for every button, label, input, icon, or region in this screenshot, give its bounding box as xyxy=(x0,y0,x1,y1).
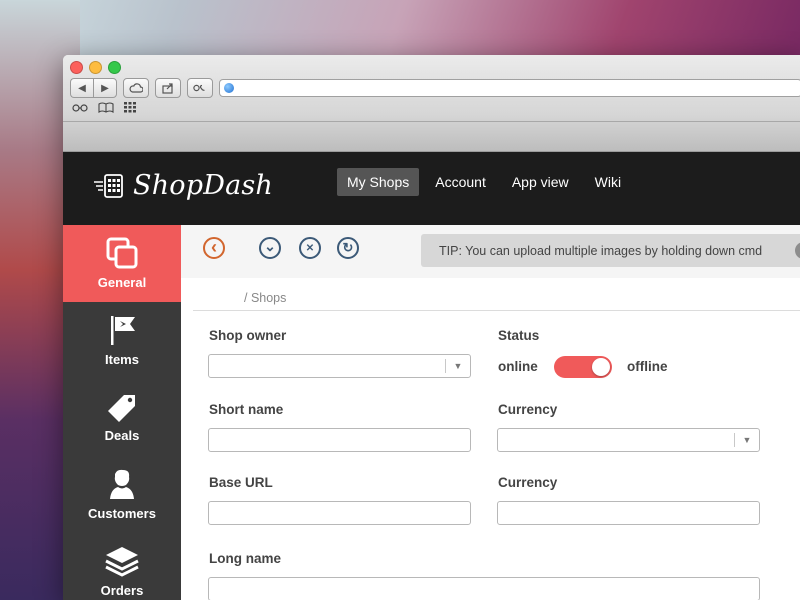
currency-label-2: Currency xyxy=(498,475,558,490)
logo-icon xyxy=(94,173,123,198)
status-toggle[interactable] xyxy=(554,356,612,378)
sidebar-item-customers[interactable]: Customers xyxy=(63,456,181,533)
long-name-label: Long name xyxy=(209,551,282,566)
chevron-down-icon: ▼ xyxy=(734,433,759,447)
nav-account[interactable]: Account xyxy=(425,168,496,196)
brand-name: ShopDash xyxy=(133,170,274,201)
sidebar: General Items Deals Customers Orders xyxy=(63,225,181,600)
chevron-left-icon: ‹ xyxy=(211,237,217,257)
tip-text: TIP: You can upload multiple images by h… xyxy=(439,243,763,258)
refresh-icon: ↻ xyxy=(342,240,354,255)
tag-icon xyxy=(108,395,135,422)
divider xyxy=(193,310,800,311)
icloud-tabs-button[interactable] xyxy=(123,78,149,98)
cloud-icon xyxy=(129,83,143,93)
sidebar-item-label: Orders xyxy=(100,583,144,598)
status-online-label[interactable]: online xyxy=(498,359,538,374)
share-button[interactable] xyxy=(155,78,181,98)
sidebar-item-label: Customers xyxy=(88,506,156,521)
currency-select[interactable]: ▼ xyxy=(497,428,760,452)
long-name-input[interactable] xyxy=(208,577,760,600)
action-bar: ‹ ⌄ ✕ ↻ TIP: You can upload multiple ima… xyxy=(181,225,800,278)
top-sites-icon[interactable] xyxy=(124,102,136,113)
expand-action-button[interactable]: ⌄ xyxy=(259,237,281,259)
copy-icon xyxy=(106,237,138,269)
bookmarks-bar xyxy=(72,102,136,113)
forward-button[interactable]: ▶ xyxy=(93,78,117,98)
sidebar-item-label: Deals xyxy=(104,428,140,443)
zoom-window-button[interactable] xyxy=(108,61,121,74)
bookmarks-icon[interactable] xyxy=(98,102,114,113)
base-url-input[interactable] xyxy=(208,501,471,525)
cancel-action-button[interactable]: ✕ xyxy=(299,237,321,259)
chevron-down-icon: ⌄ xyxy=(264,238,276,254)
app-header: ShopDash My Shops Account App view Wiki xyxy=(63,152,800,225)
lastfm-icon xyxy=(193,84,205,92)
back-button[interactable]: ◀ xyxy=(70,78,93,98)
sidebar-item-items[interactable]: Items xyxy=(63,302,181,379)
nav-app-view[interactable]: App view xyxy=(502,168,579,196)
window-controls xyxy=(70,61,121,74)
minimize-window-button[interactable] xyxy=(89,61,102,74)
top-navigation: My Shops Account App view Wiki xyxy=(337,168,631,196)
address-bar[interactable] xyxy=(219,79,800,97)
short-name-label: Short name xyxy=(209,402,284,417)
status-label: Status xyxy=(498,328,540,343)
nav-buttons: ◀ ▶ xyxy=(70,78,117,98)
browser-window: ◀ ▶ ShopDash My Shops Account App view W… xyxy=(63,55,800,600)
sidebar-item-label: General xyxy=(97,275,147,290)
flag-icon xyxy=(111,316,135,345)
stack-icon xyxy=(105,547,139,577)
refresh-action-button[interactable]: ↻ xyxy=(337,237,359,259)
close-tip-icon[interactable]: ✕ xyxy=(795,242,800,259)
status-offline-label[interactable]: offline xyxy=(627,359,668,374)
bookmarks-divider xyxy=(63,121,800,122)
main-content: ‹ ⌄ ✕ ↻ TIP: You can upload multiple ima… xyxy=(181,225,800,600)
tip-banner: TIP: You can upload multiple images by h… xyxy=(421,234,800,267)
browser-chrome: ◀ ▶ xyxy=(63,55,800,152)
toggle-knob xyxy=(592,358,610,376)
base-url-label: Base URL xyxy=(209,475,273,490)
nav-wiki[interactable]: Wiki xyxy=(585,168,631,196)
user-icon xyxy=(110,469,134,499)
close-icon: ✕ xyxy=(305,242,315,254)
shop-owner-label: Shop owner xyxy=(209,328,287,343)
sidebar-item-label: Items xyxy=(105,352,139,367)
share-icon xyxy=(162,82,173,94)
sidebar-item-deals[interactable]: Deals xyxy=(63,379,181,456)
brand-logo[interactable]: ShopDash xyxy=(93,170,273,201)
shopdash-app: ShopDash My Shops Account App view Wiki … xyxy=(63,152,800,600)
shop-owner-select[interactable]: ▼ xyxy=(208,354,471,378)
breadcrumb[interactable]: / Shops xyxy=(244,291,286,305)
back-action-button[interactable]: ‹ xyxy=(203,237,225,259)
lastfm-extension-button[interactable] xyxy=(187,78,213,98)
close-window-button[interactable] xyxy=(70,61,83,74)
sidebar-item-general[interactable]: General xyxy=(63,225,181,302)
chevron-down-icon: ▼ xyxy=(445,359,470,373)
nav-my-shops[interactable]: My Shops xyxy=(337,168,420,196)
short-name-input[interactable] xyxy=(208,428,471,452)
currency-input[interactable] xyxy=(497,501,760,525)
globe-icon xyxy=(224,83,234,93)
browser-toolbar: ◀ ▶ xyxy=(70,77,800,99)
reading-list-icon[interactable] xyxy=(72,103,88,112)
sidebar-item-orders[interactable]: Orders xyxy=(63,533,181,600)
currency-label: Currency xyxy=(498,402,558,417)
